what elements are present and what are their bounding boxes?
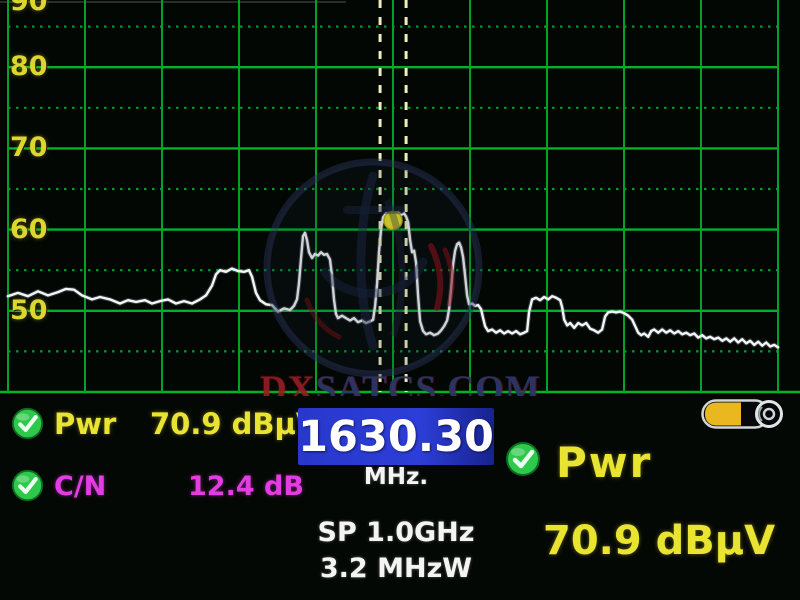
pwr-value: 70.9 dBµV [150, 407, 318, 441]
watermark-text-dx: DX [260, 369, 315, 396]
check-icon [11, 407, 44, 440]
y-axis-label: 60 [10, 215, 54, 245]
y-axis-label: 70 [10, 133, 54, 163]
cn-label: C/N [54, 471, 106, 502]
satmeter-screen: DXSATCS.COM 90 80 70 60 50 Pwr 70.9 dBµV C/N… [0, 0, 800, 600]
watermark-logo [255, 150, 491, 386]
status-panel: Pwr 70.9 dBµV C/N 12.4 dB 1630.30 MHz. S… [0, 396, 800, 600]
check-icon [11, 469, 44, 502]
watermark-text: DXSATCS.COM [260, 370, 560, 396]
big-pwr-value: 70.9 dBµV [543, 518, 775, 564]
cn-value: 12.4 dB [188, 471, 304, 502]
big-pwr-label: Pwr [556, 438, 652, 487]
y-axis-label: 80 [10, 52, 54, 82]
y-axis-label: 50 [10, 296, 54, 326]
y-axis-label: 90 [10, 0, 54, 17]
bandwidth-setting: 3.2 MHzW [298, 553, 494, 584]
watermark-text-rest: SATCS.COM [315, 369, 540, 396]
check-icon [505, 441, 541, 477]
center-frequency-value: 1630.30 [298, 412, 494, 462]
center-frequency-display: 1630.30 [298, 408, 494, 465]
span-setting: SP 1.0GHz [298, 517, 494, 548]
battery-icon [701, 399, 785, 429]
frequency-unit-label: MHz. [298, 464, 494, 490]
pwr-label: Pwr [54, 407, 116, 441]
spectrum-chart: DXSATCS.COM 90 80 70 60 50 [0, 0, 800, 396]
